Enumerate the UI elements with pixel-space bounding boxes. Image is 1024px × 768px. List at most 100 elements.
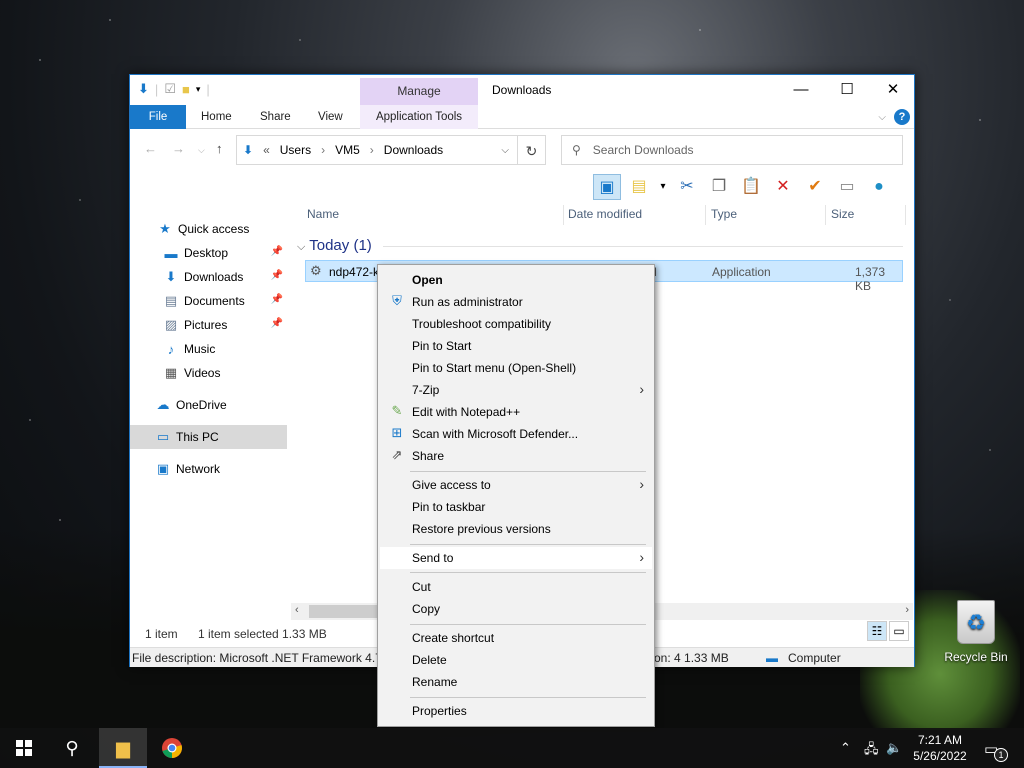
menu-item-pin-to-start[interactable]: Pin to Start bbox=[380, 335, 652, 357]
copy-icon[interactable]: ❐ bbox=[705, 174, 733, 200]
sidebar-item-network[interactable]: ▣ Network bbox=[130, 457, 287, 481]
ribbon-right: ⌵ ? bbox=[878, 109, 910, 125]
clock[interactable]: 7:21 AM 5/26/2022 bbox=[905, 732, 975, 764]
help-icon[interactable]: ? bbox=[894, 109, 910, 125]
menu-item-create-shortcut[interactable]: Create shortcut bbox=[380, 627, 652, 649]
menu-item-troubleshoot[interactable]: Troubleshoot compatibility bbox=[380, 313, 652, 335]
back-arrow-icon[interactable]: ← bbox=[144, 141, 157, 156]
chevron-up-icon[interactable]: ⌃ bbox=[840, 740, 851, 756]
sidebar-item-this-pc[interactable]: ▭ This PC bbox=[130, 425, 287, 449]
tab-view[interactable]: View bbox=[318, 105, 343, 129]
column-header-name[interactable]: Name bbox=[307, 207, 339, 221]
tab-file[interactable]: File bbox=[130, 105, 186, 129]
address-bar[interactable]: ⬇ « Users › VM5 › Downloads ⌵ bbox=[236, 135, 518, 165]
sidebar-item-quick-access[interactable]: ★ Quick access bbox=[130, 217, 287, 241]
breadcrumb-vm5[interactable]: VM5 bbox=[335, 143, 360, 157]
menu-item-cut[interactable]: Cut bbox=[380, 576, 652, 598]
sidebar-item-label: Videos bbox=[184, 366, 221, 380]
up-arrow-icon[interactable]: ↑ bbox=[216, 141, 223, 156]
tab-home[interactable]: Home bbox=[201, 105, 232, 129]
maximize-button[interactable]: ☐ bbox=[824, 75, 870, 105]
sidebar-item-downloads[interactable]: ⬇ Downloads 📌 bbox=[130, 265, 287, 289]
tab-share[interactable]: Share bbox=[260, 105, 291, 129]
installer-icon: ⚙ bbox=[310, 263, 322, 278]
pin-icon[interactable]: 📌 bbox=[271, 246, 283, 257]
large-icons-view-icon[interactable]: ▭ bbox=[889, 621, 909, 641]
scroll-left-icon[interactable]: ‹ bbox=[295, 604, 299, 616]
chevron-down-icon[interactable]: ▾ bbox=[196, 84, 201, 95]
address-dropdown-icon[interactable]: ⌵ bbox=[501, 145, 509, 156]
properties-icon[interactable]: ☑ bbox=[164, 81, 176, 97]
chevron-right-icon: › bbox=[639, 476, 644, 492]
pin-icon[interactable]: 📌 bbox=[271, 270, 283, 281]
pin-icon[interactable]: 📌 bbox=[271, 294, 283, 305]
computer-icon: ▬ bbox=[766, 651, 778, 665]
menu-item-share[interactable]: ⇗ Share bbox=[380, 445, 652, 467]
column-header-type[interactable]: Type bbox=[711, 207, 737, 221]
sidebar-item-desktop[interactable]: ▬ Desktop 📌 bbox=[130, 241, 287, 265]
start-button[interactable] bbox=[0, 728, 48, 768]
column-header-size[interactable]: Size bbox=[831, 207, 854, 221]
search-input[interactable]: ⚲ Search Downloads bbox=[561, 135, 903, 165]
group-header[interactable]: ⌵ Today (1) bbox=[297, 237, 372, 254]
sidebar-item-music[interactable]: ♪ Music bbox=[130, 337, 287, 361]
taskbar-file-explorer[interactable]: ▆ bbox=[99, 728, 147, 768]
properties-card-icon[interactable]: ▭ bbox=[833, 174, 861, 200]
check-icon[interactable]: ✔ bbox=[801, 174, 829, 200]
refresh-button[interactable]: ↻ bbox=[518, 135, 546, 165]
breadcrumb-users[interactable]: Users bbox=[280, 143, 311, 157]
menu-item-defender[interactable]: ⊞ Scan with Microsoft Defender... bbox=[380, 423, 652, 445]
folder-options-icon[interactable]: ▤ bbox=[625, 174, 653, 200]
menu-item-restore-versions[interactable]: Restore previous versions bbox=[380, 518, 652, 540]
search-button[interactable]: ⚲ bbox=[48, 728, 96, 768]
breadcrumb-downloads[interactable]: Downloads bbox=[384, 143, 443, 157]
recent-chevron-icon[interactable]: ⌵ bbox=[198, 145, 205, 156]
pin-icon[interactable]: 📌 bbox=[271, 318, 283, 329]
new-folder-icon[interactable]: ■ bbox=[182, 82, 190, 97]
menu-item-7zip[interactable]: 7-Zip › bbox=[380, 379, 652, 401]
navigation-bar: ← → ⌵ ↑ ⬇ « Users › VM5 › Downloads ⌵ ↻ … bbox=[130, 133, 914, 167]
menu-item-run-as-admin[interactable]: ⛨ Run as administrator bbox=[380, 291, 652, 313]
menu-item-open[interactable]: Open bbox=[380, 269, 652, 291]
menu-item-send-to[interactable]: Send to › bbox=[380, 547, 652, 569]
forward-arrow-icon[interactable]: → bbox=[172, 141, 185, 156]
cloud-icon: ☁ bbox=[156, 397, 170, 412]
menu-item-pin-open-shell[interactable]: Pin to Start menu (Open-Shell) bbox=[380, 357, 652, 379]
menu-item-give-access[interactable]: Give access to › bbox=[380, 474, 652, 496]
dropdown-icon[interactable]: ▾ bbox=[657, 174, 669, 200]
menu-item-delete[interactable]: Delete bbox=[380, 649, 652, 671]
minimize-button[interactable]: — bbox=[778, 75, 824, 105]
quick-access-toolbar: ⬇ | ☑ ■ ▾ | bbox=[138, 81, 210, 97]
close-button[interactable]: ✕ bbox=[870, 75, 916, 105]
sidebar-item-onedrive[interactable]: ☁ OneDrive bbox=[130, 393, 287, 417]
delete-icon[interactable]: ✕ bbox=[769, 174, 797, 200]
details-view-icon[interactable]: ☷ bbox=[867, 621, 887, 641]
menu-item-notepad[interactable]: ✎ Edit with Notepad++ bbox=[380, 401, 652, 423]
cut-icon[interactable]: ✂ bbox=[673, 174, 701, 200]
taskbar-chrome[interactable] bbox=[148, 728, 196, 768]
navigation-pane: ★ Quick access ▬ Desktop 📌 ⬇ Downloads 📌… bbox=[130, 215, 287, 615]
menu-item-pin-taskbar[interactable]: Pin to taskbar bbox=[380, 496, 652, 518]
folder-icon: ▆ bbox=[116, 738, 130, 758]
menu-item-copy[interactable]: Copy bbox=[380, 598, 652, 620]
menu-item-rename[interactable]: Rename bbox=[380, 671, 652, 693]
scroll-right-icon[interactable]: › bbox=[905, 604, 909, 616]
download-arrow-icon[interactable]: ⬇ bbox=[138, 81, 149, 97]
sidebar-item-videos[interactable]: ▦ Videos bbox=[130, 361, 287, 385]
recycle-bin-shortcut[interactable]: ♻ Recycle Bin bbox=[940, 600, 1012, 664]
navigation-pane-icon[interactable]: ▣ bbox=[593, 174, 621, 200]
expand-ribbon-icon[interactable]: ⌵ bbox=[878, 112, 886, 123]
globe-icon[interactable]: ● bbox=[865, 174, 893, 200]
address-overflow[interactable]: « bbox=[263, 143, 270, 157]
windows-logo-icon bbox=[16, 740, 32, 756]
column-header-date[interactable]: Date modified bbox=[568, 207, 642, 221]
search-icon: ⚲ bbox=[65, 738, 79, 758]
tab-application-tools[interactable]: Application Tools bbox=[360, 105, 478, 129]
sidebar-item-pictures[interactable]: ▨ Pictures 📌 bbox=[130, 313, 287, 337]
network-tray-icon[interactable]: 🖧 bbox=[864, 740, 879, 762]
sidebar-item-documents[interactable]: ▤ Documents 📌 bbox=[130, 289, 287, 313]
volume-icon[interactable]: 🔈 bbox=[886, 740, 902, 756]
paste-icon[interactable]: 📋 bbox=[737, 174, 765, 200]
manage-tab[interactable]: Manage bbox=[360, 78, 478, 105]
menu-item-properties[interactable]: Properties bbox=[380, 700, 652, 722]
